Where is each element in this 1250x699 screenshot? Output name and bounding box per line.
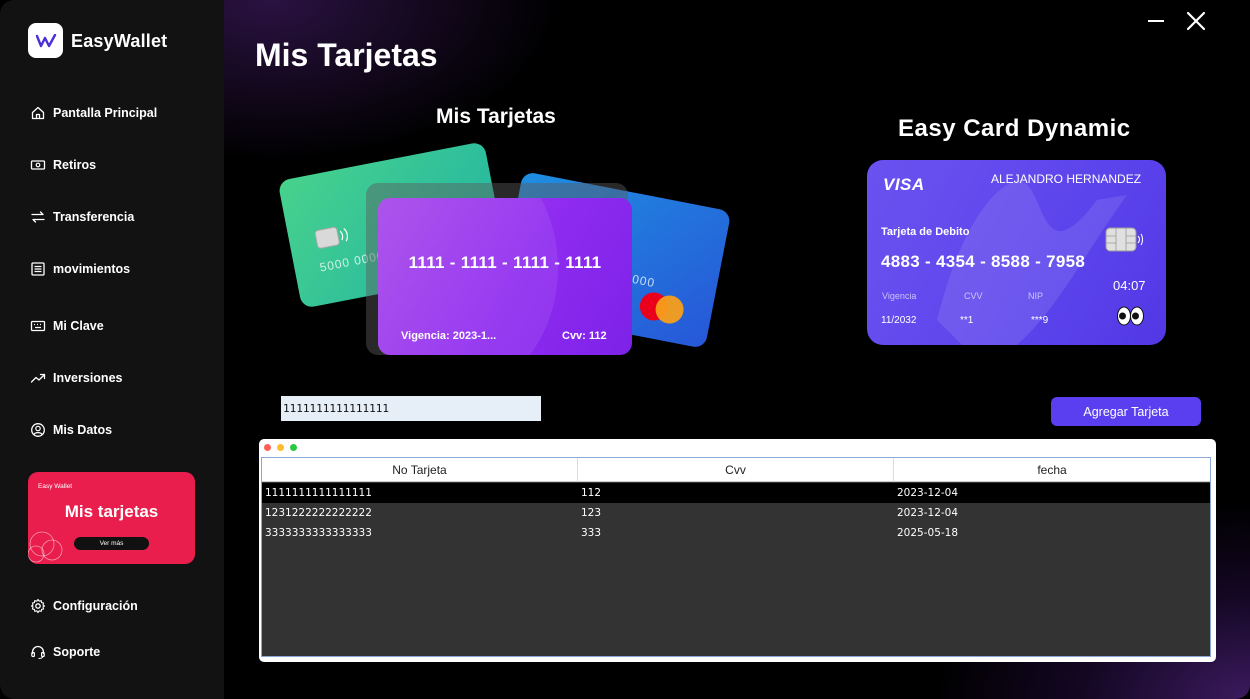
window-dots	[264, 444, 303, 451]
sidebar-item-label: Configuración	[53, 599, 138, 613]
page-title: Mis Tarjetas	[255, 37, 438, 73]
column-header-cvv[interactable]: Cvv	[578, 458, 894, 482]
visa-logo: VISA	[883, 175, 925, 194]
selected-card-vigencia: Vigencia: 2023-1...	[401, 330, 497, 342]
home-icon	[31, 106, 45, 120]
add-card-button[interactable]: Agregar Tarjeta	[1051, 397, 1201, 426]
sidebar-item-label: Mi Clave	[53, 319, 104, 333]
promo-title: Mis tarjetas	[64, 502, 159, 521]
sidebar-item-movimientos[interactable]: movimientos	[30, 257, 130, 281]
cards-section-title: Mis Tarjetas	[436, 105, 556, 128]
sidebar: EasyWallet Pantalla Principal Retiros Tr…	[0, 0, 224, 699]
table-cell: 1231222222222222	[265, 507, 372, 519]
cvv-label: CVV	[964, 291, 983, 301]
vigencia-value: 11/2032	[881, 315, 917, 326]
table-cell: 333	[581, 527, 602, 539]
sidebar-item-label: Transferencia	[53, 210, 135, 224]
sidebar-item-pantalla-principal[interactable]: Pantalla Principal	[30, 101, 157, 125]
transfer-icon	[31, 211, 45, 223]
cards-table-panel: No Tarjeta Cvv fecha 1111111111111111 11…	[259, 439, 1216, 662]
easy-card-number: 4883 - 4354 - 8588 - 7958	[881, 252, 1086, 271]
table-cell: 2025-05-18	[897, 527, 959, 539]
sidebar-item-label: Inversiones	[53, 371, 123, 385]
easy-card-dynamic: VISA ALEJANDRO HERNANDEZ Tarjeta de Debi…	[867, 160, 1166, 345]
sidebar-item-label: Soporte	[53, 645, 101, 659]
promo-brand: Easy Wallet	[38, 483, 73, 490]
selected-card[interactable]: 1111 - 1111 - 1111 - 1111 Vigencia: 2023…	[378, 198, 632, 355]
sidebar-item-configuracion[interactable]: Configuración	[30, 594, 138, 618]
selected-card-number: 1111 - 1111 - 1111 - 1111	[408, 253, 602, 272]
chip-icon	[1105, 227, 1143, 252]
table-cell: 3333333333333333	[265, 527, 372, 539]
table-row[interactable]: 3333333333333333 333 2025-05-18	[262, 523, 1210, 543]
table-cell: 123	[581, 507, 602, 519]
table-row[interactable]: 1111111111111111 112 2023-12-04	[262, 483, 1210, 503]
maximize-dot[interactable]	[290, 444, 297, 451]
app-logo	[28, 23, 63, 58]
promo-banner[interactable]: Easy Wallet Mis tarjetas Ver más	[28, 472, 195, 564]
close-icon[interactable]	[1186, 11, 1206, 31]
minimize-dot[interactable]	[277, 444, 284, 451]
card-type: Tarjeta de Debito	[881, 226, 970, 238]
sidebar-item-inversiones[interactable]: Inversiones	[30, 366, 122, 390]
sidebar-item-soporte[interactable]: Soporte	[30, 640, 100, 664]
sidebar-item-transferencia[interactable]: Transferencia	[30, 205, 134, 229]
chip-icon	[314, 226, 348, 249]
sidebar-item-mis-datos[interactable]: Mis Datos	[30, 418, 112, 442]
app-window: EasyWallet Pantalla Principal Retiros Tr…	[0, 0, 1250, 699]
user-circle-icon	[31, 423, 45, 437]
nip-label: NIP	[1028, 291, 1044, 301]
gear-icon	[30, 598, 46, 614]
column-header-fecha[interactable]: fecha	[894, 458, 1210, 482]
card-holder: ALEJANDRO HERNANDEZ	[991, 172, 1142, 186]
dynamic-card-title: Easy Card Dynamic	[898, 115, 1131, 142]
sidebar-item-retiros[interactable]: Retiros	[30, 153, 96, 177]
minimize-button[interactable]	[1148, 20, 1164, 22]
cvv-value: **1	[960, 315, 974, 326]
nip-value: ***9	[1031, 315, 1049, 326]
close-dot[interactable]	[264, 444, 271, 451]
table-cell: 112	[581, 487, 602, 499]
sidebar-item-label: Pantalla Principal	[53, 106, 158, 120]
headset-icon	[31, 645, 45, 660]
column-header-no-tarjeta[interactable]: No Tarjeta	[262, 458, 578, 482]
table-header: No Tarjeta Cvv fecha	[262, 458, 1210, 482]
keyboard-icon	[30, 320, 46, 332]
sidebar-item-label: Mis Datos	[53, 423, 113, 437]
vigencia-label: Vigencia	[882, 291, 917, 301]
table-cell: 2023-12-04	[897, 487, 959, 499]
eyes-icon[interactable]	[1116, 305, 1146, 327]
sidebar-item-label: Retiros	[53, 158, 97, 172]
mastercard-logo-icon	[639, 292, 684, 324]
ver-mas-button[interactable]: Ver más	[74, 537, 149, 550]
dynamic-time: 04:07	[1113, 278, 1146, 293]
wallet-logo-icon	[35, 33, 56, 47]
sidebar-item-mi-clave[interactable]: Mi Clave	[30, 314, 104, 338]
cash-icon	[30, 160, 46, 170]
list-icon	[31, 262, 45, 276]
table-row[interactable]: 1231222222222222 123 2023-12-04	[262, 503, 1210, 523]
card-number-input[interactable]	[281, 396, 541, 421]
selected-card-cvv: Cvv: 112	[562, 330, 607, 342]
app-name: EasyWallet	[71, 31, 168, 51]
cards-table: No Tarjeta Cvv fecha 1111111111111111 11…	[261, 457, 1211, 657]
table-cell: 2023-12-04	[897, 507, 959, 519]
trending-up-icon	[30, 373, 46, 383]
table-cell: 1111111111111111	[265, 487, 372, 499]
sidebar-item-label: movimientos	[53, 262, 131, 276]
